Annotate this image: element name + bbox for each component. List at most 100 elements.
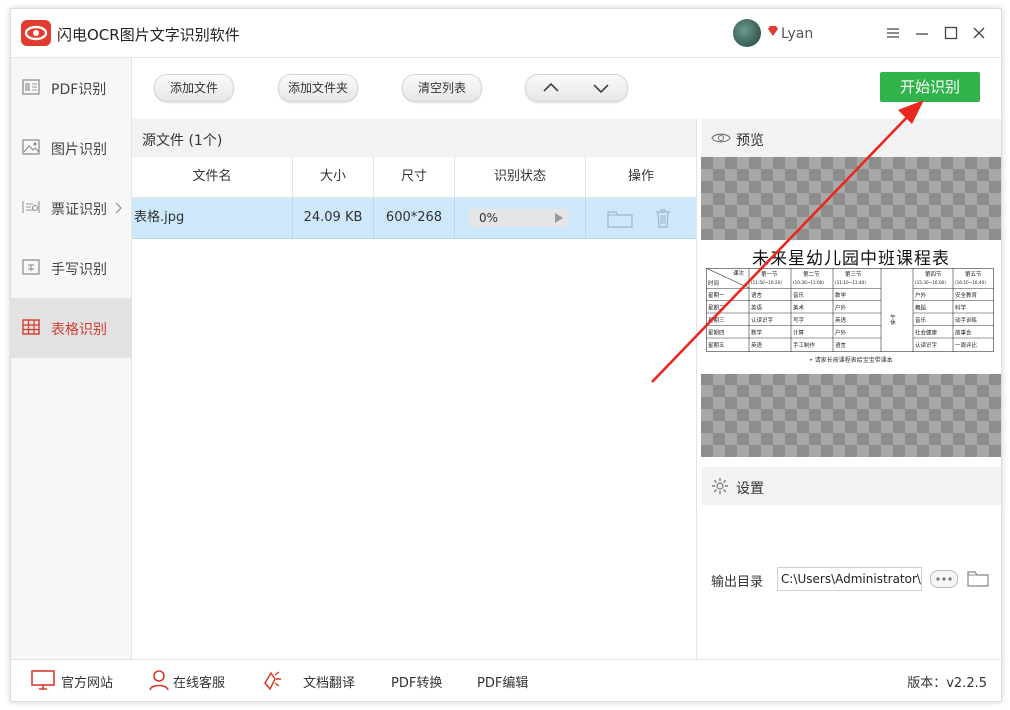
move-up-button[interactable]	[526, 75, 576, 101]
sidebar-item-image[interactable]: 图片识别	[11, 118, 131, 178]
close-icon[interactable]	[971, 25, 987, 41]
table-header: 第一节	[761, 270, 778, 278]
pdf-convert-link[interactable]: PDF转换	[391, 672, 442, 691]
sidebar: PDF识别 图片识别 票证识别 手写识别 表格识别	[11, 58, 132, 659]
file-name: 表格.jpg	[134, 210, 185, 225]
settings-header: 设置	[701, 467, 1001, 505]
gear-icon	[712, 478, 728, 494]
pdf-icon	[21, 77, 41, 97]
avatar[interactable]	[733, 19, 761, 47]
output-directory-label: 输出目录	[711, 575, 764, 590]
open-folder-button[interactable]	[967, 569, 989, 587]
preview-header: 预览	[701, 119, 1001, 157]
start-recognition-button[interactable]: 开始识别	[880, 72, 980, 102]
schedule-cell: 一周评比	[955, 341, 978, 349]
schedule-cell: 美术	[793, 304, 805, 312]
sidebar-item-label: 手写识别	[51, 262, 107, 278]
sidebar-item-pdf[interactable]: PDF识别	[11, 58, 131, 118]
app-title: 闪电OCR图片文字识别软件	[57, 26, 240, 44]
schedule-day: 星期四	[708, 330, 725, 337]
trash-icon[interactable]	[653, 207, 673, 229]
schedule-day: 星期二	[708, 305, 725, 312]
official-website-link[interactable]: 官方网站	[61, 672, 113, 691]
chevron-right-icon	[115, 202, 122, 214]
schedule-cell: 户外	[835, 304, 847, 312]
sidebar-item-label: PDF识别	[51, 82, 107, 98]
table-corner-bottom: 时间	[708, 279, 719, 287]
sidebar-item-label: 票证识别	[51, 202, 107, 218]
maximize-icon[interactable]	[943, 25, 959, 41]
schedule-cell: 语言	[751, 291, 763, 299]
document-translate-link[interactable]: 文档翻译	[303, 672, 355, 691]
sidebar-item-label: 图片识别	[51, 142, 107, 158]
folder-icon	[967, 571, 989, 587]
app-logo-icon	[21, 20, 51, 46]
schedule-cell: 计算	[793, 329, 805, 337]
sidebar-item-table[interactable]: 表格识别	[11, 298, 131, 358]
folder-icon[interactable]	[607, 208, 633, 228]
play-icon[interactable]	[555, 213, 563, 223]
version-label: 版本：v2.2.5	[907, 676, 987, 691]
move-down-button[interactable]	[576, 75, 626, 101]
column-header-actions: 操作	[586, 157, 696, 198]
app-window: 闪电OCR图片文字识别软件 Lyan PDF识别 图片识别 票证识别 手写识别 …	[10, 8, 1002, 702]
username[interactable]: Lyan	[781, 26, 813, 42]
pdf-edit-link[interactable]: PDF编辑	[477, 672, 528, 691]
sidebar-item-ticket[interactable]: 票证识别	[11, 178, 131, 238]
table-header: 第三节	[845, 270, 862, 278]
table-header-time: (15:30~16:00)	[915, 280, 946, 285]
preview-panel: 预览 未来星幼儿园中班课程表 课次 时间 第一节 (11:50~10:20) 第…	[701, 119, 1001, 659]
chevron-up-icon	[543, 82, 559, 92]
output-directory-input[interactable]: C:\Users\Administrator\	[777, 567, 922, 591]
table-header-time: (10:30~11:00)	[793, 280, 824, 285]
move-buttons	[525, 74, 628, 102]
source-files-header: 源文件 (1个)	[132, 119, 696, 157]
schedule-cell: 故事会	[955, 329, 972, 337]
column-header-filename: 文件名	[132, 157, 293, 198]
schedule-table: 课次 时间 第一节 (11:50~10:20) 第二节 (10:30~11:00…	[706, 268, 994, 352]
menu-icon[interactable]	[885, 25, 901, 41]
browse-more-button[interactable]	[930, 570, 958, 588]
title-bar: 闪电OCR图片文字识别软件 Lyan	[11, 9, 1001, 58]
table-row[interactable]: 表格.jpg 24.09 KB 600*268 0%	[132, 198, 696, 239]
schedule-cell: 认读识字	[751, 316, 774, 324]
preview-title: 预览	[736, 133, 764, 149]
sidebar-item-label: 表格识别	[51, 322, 107, 338]
preview-document: 未来星幼儿园中班课程表 课次 时间 第一节 (11:50~10:20) 第二节 …	[701, 240, 1001, 374]
schedule-cell: 认读识字	[915, 341, 938, 349]
schedule-cell: 数学	[751, 329, 763, 337]
file-list-panel: 源文件 (1个) 文件名 大小 尺寸 识别状态 操作 表格.jpg 24.09 …	[132, 119, 697, 659]
add-folder-button[interactable]: 添加文件夹	[278, 74, 358, 102]
support-person-icon	[149, 670, 169, 691]
source-files-title: 源文件 (1个)	[142, 133, 223, 149]
schedule-cell: 音乐	[915, 316, 927, 324]
table-header-time: (11:10~11:40)	[835, 280, 866, 285]
id-card-icon	[21, 197, 41, 217]
image-icon	[21, 137, 41, 157]
more-icon	[936, 577, 952, 581]
table-corner-top: 课次	[733, 269, 745, 277]
schedule-cell: 英语	[751, 341, 763, 349]
column-header-status: 识别状态	[455, 157, 586, 198]
toolbar: 添加文件 添加文件夹 清空列表 开始识别	[132, 58, 1001, 118]
table-header-time: (11:50~10:20)	[751, 280, 782, 285]
schedule-cell: 户外	[915, 291, 927, 299]
schedule-cell: 语言	[835, 341, 847, 349]
recognition-progress: 0%	[469, 209, 569, 227]
column-header-dimensions: 尺寸	[374, 157, 455, 198]
sidebar-item-handwriting[interactable]: 手写识别	[11, 238, 131, 298]
file-size-cell: 24.09 KB	[293, 198, 374, 238]
schedule-cell: 写字	[793, 316, 805, 324]
clear-list-button[interactable]: 清空列表	[402, 74, 482, 102]
handwriting-icon	[21, 257, 41, 277]
translate-icon	[264, 671, 281, 691]
online-support-link[interactable]: 在线客服	[173, 672, 225, 691]
progress-text: 0%	[479, 211, 499, 225]
schedule-day: 星期五	[708, 342, 725, 349]
schedule-cell: 科学	[955, 304, 967, 312]
schedule-cell: 户外	[835, 329, 847, 337]
minimize-icon[interactable]	[914, 25, 930, 41]
add-file-button[interactable]: 添加文件	[154, 74, 234, 102]
table-icon	[21, 317, 41, 337]
table-header: 第二节	[803, 270, 820, 278]
